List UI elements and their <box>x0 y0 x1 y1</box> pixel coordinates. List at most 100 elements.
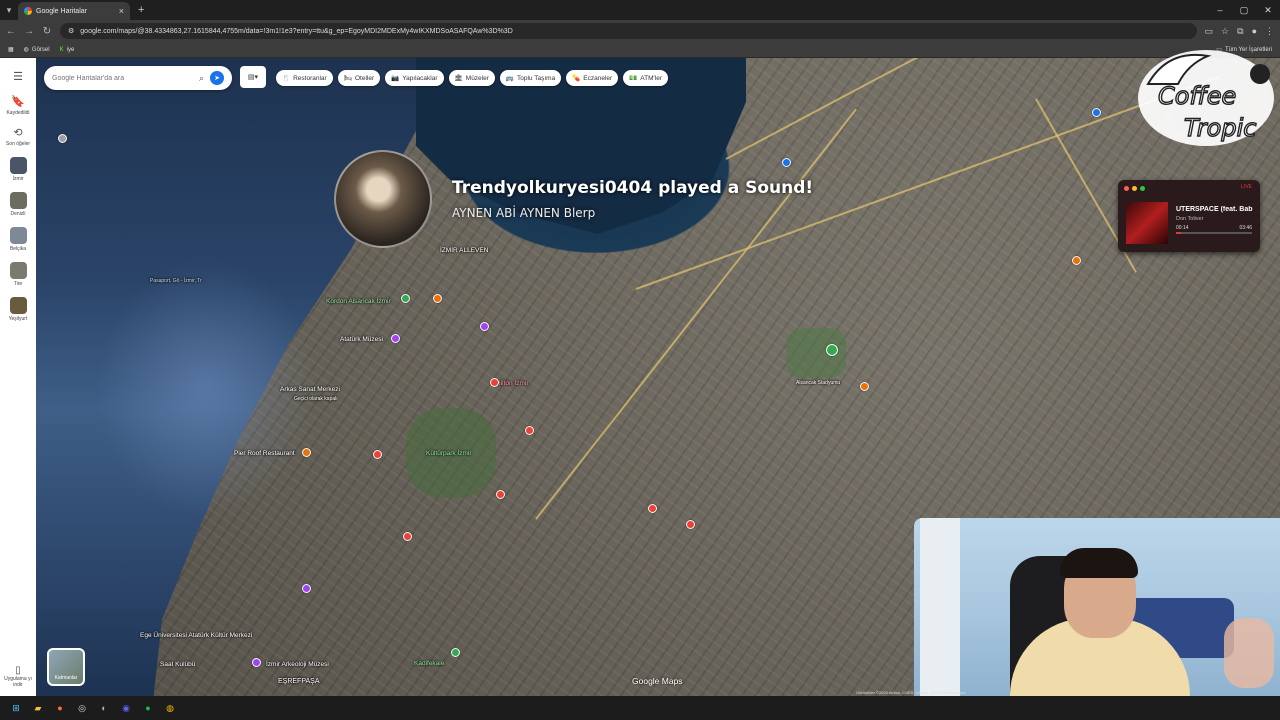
bookmark-item[interactable]: Kiye <box>60 47 75 53</box>
download-app-button[interactable]: ▯ Uygulama yı indir <box>3 665 33 688</box>
close-window-icon[interactable]: ✕ <box>1256 0 1280 20</box>
profile-icon[interactable]: ● <box>1252 26 1257 37</box>
directions-icon[interactable]: ➤ <box>210 71 224 85</box>
track-duration: 03:46 <box>1239 225 1252 231</box>
discord-icon[interactable]: ◉ <box>118 700 134 716</box>
bed-icon: 🛏 <box>343 75 352 82</box>
map-pin[interactable] <box>490 378 499 387</box>
rail-item-izmir[interactable]: İzmir <box>1 157 35 182</box>
close-dot-icon[interactable] <box>1124 186 1129 191</box>
place-thumbnail <box>9 262 27 279</box>
map-pin[interactable] <box>525 426 534 435</box>
map-pin[interactable] <box>451 648 460 657</box>
map-label[interactable]: Atatürk Müzesi <box>340 336 383 343</box>
map-pin[interactable] <box>302 448 311 457</box>
cast-icon[interactable]: ▭ <box>1205 26 1214 37</box>
search-icon[interactable]: ⌕ <box>199 73 204 84</box>
browser-tab[interactable]: Google Haritalar × <box>18 2 130 20</box>
rail-item-belcika[interactable]: Belçika <box>1 227 35 252</box>
chip-pharmacies[interactable]: 💊 Eczaneler <box>566 70 619 86</box>
search-input[interactable] <box>52 74 193 82</box>
map-pin[interactable] <box>686 520 695 529</box>
map-label[interactable]: Ege Üniversitesi Atatürk Kültür Merkezi <box>140 632 260 639</box>
tab-title: Google Haritalar <box>36 7 87 15</box>
rail-item-saved[interactable]: 🔖 Kaydedildi <box>1 95 35 116</box>
map-label[interactable]: Saat Kulübü <box>160 661 195 668</box>
obs-icon[interactable]: ◎ <box>74 700 90 716</box>
file-explorer-icon[interactable]: ▰ <box>30 700 46 716</box>
map-pin[interactable] <box>302 584 311 593</box>
map-pin[interactable] <box>403 532 412 541</box>
chrome-icon[interactable]: ◍ <box>162 700 178 716</box>
map-label[interactable]: Kordon Alsancak İzmir <box>326 298 391 305</box>
map-label[interactable]: İZMİR ALLEVEN <box>440 247 488 254</box>
windows-taskbar: ⊞ ▰ ● ◎ ◐ ◉ ● ◍ <box>0 696 1280 720</box>
new-tab-button[interactable]: + <box>138 4 144 16</box>
steam-icon[interactable]: ◐ <box>96 700 112 716</box>
url-text: google.com/maps/@38.4334863,27.1615844,4… <box>80 27 513 35</box>
avatar <box>334 150 432 248</box>
layers-button[interactable]: Katmanlar <box>47 648 85 686</box>
chip-transit[interactable]: 🚌 Toplu Taşıma <box>499 70 562 86</box>
map-pin[interactable] <box>496 490 505 499</box>
tab-search-icon[interactable]: ▾ <box>0 0 18 20</box>
url-field[interactable]: ⚙ google.com/maps/@38.4334863,27.1615844… <box>60 23 1197 39</box>
chip-hotels[interactable]: 🛏 Oteller <box>337 70 381 86</box>
map-pin[interactable] <box>480 322 489 331</box>
rail-item-denizli[interactable]: Denizli <box>1 192 35 217</box>
apps-grid-icon[interactable]: ▦ <box>8 46 14 53</box>
expand-dot-icon[interactable] <box>1140 186 1145 191</box>
map-type-toggle-icon[interactable]: ▤▾ <box>240 66 266 88</box>
extensions-icon[interactable]: ⧉ <box>1237 26 1243 37</box>
chip-restaurants[interactable]: 🍴 Restoranlar <box>276 70 333 86</box>
bookmark-item[interactable]: ◍ Görsel <box>23 46 50 54</box>
chip-atms[interactable]: 💵 ATM'ler <box>623 70 668 86</box>
site-info-icon[interactable]: ⚙ <box>68 27 74 35</box>
category-chips: 🍴 Restoranlar 🛏 Oteller 📷 Yapılacaklar 🏛 Müz… <box>276 70 668 86</box>
map-pin[interactable] <box>58 134 67 143</box>
map-label[interactable]: Pier Roof Restaurant <box>234 450 295 457</box>
phone-icon: ▯ <box>15 665 21 676</box>
chip-museums[interactable]: 🏛 Müzeler <box>448 70 495 86</box>
rail-item-tire[interactable]: Tire <box>1 262 35 287</box>
place-thumbnail <box>9 297 27 314</box>
map-label[interactable]: Kadifekale <box>414 660 444 667</box>
map-label[interactable]: Hilton İzmir <box>496 380 529 387</box>
map-pin[interactable] <box>401 294 410 303</box>
star-icon[interactable]: ☆ <box>1221 26 1229 37</box>
map-pin[interactable] <box>433 294 442 303</box>
map-pin[interactable] <box>1092 108 1101 117</box>
map-pin[interactable] <box>860 382 869 391</box>
spotify-icon[interactable]: ● <box>140 700 156 716</box>
minimize-dot-icon[interactable] <box>1132 186 1137 191</box>
search-box[interactable]: ⌕ ➤ <box>44 66 232 90</box>
back-icon[interactable]: ← <box>6 26 16 37</box>
rail-item-recent[interactable]: ⟲ Son öğeler <box>1 126 35 147</box>
map-pin[interactable] <box>252 658 261 667</box>
webcam-overlay <box>914 518 1280 696</box>
tab-close-icon[interactable]: × <box>119 6 124 16</box>
menu-button[interactable]: ☰ <box>1 70 35 85</box>
minimize-icon[interactable]: – <box>1208 0 1232 20</box>
maximize-icon[interactable]: ▢ <box>1232 0 1256 20</box>
firefox-icon[interactable]: ● <box>52 700 68 716</box>
progress-bar[interactable] <box>1176 232 1252 234</box>
globe-icon: ◍ <box>23 47 29 53</box>
chip-things-to-do[interactable]: 📷 Yapılacaklar <box>385 70 444 86</box>
map-pin[interactable] <box>826 344 838 356</box>
map-pin[interactable] <box>391 334 400 343</box>
reload-icon[interactable]: ↻ <box>42 26 52 37</box>
map-pin[interactable] <box>373 450 382 459</box>
map-pin[interactable] <box>648 504 657 513</box>
rail-item-yesilyurt[interactable]: Yeşilyurt <box>1 297 35 322</box>
map-label[interactable]: Kültürpark İzmir <box>426 450 472 457</box>
map-pin[interactable] <box>1072 256 1081 265</box>
map-label[interactable]: Arkas Sanat Merkezi <box>280 386 340 393</box>
map-label: EŞREFPAŞA <box>278 678 320 685</box>
cash-icon: 💵 <box>629 75 638 82</box>
windows-start-icon[interactable]: ⊞ <box>8 700 24 716</box>
map-label[interactable]: İzmir Arkeoloji Müzesi <box>266 661 329 668</box>
forward-icon[interactable]: → <box>24 26 34 37</box>
menu-dots-icon[interactable]: ⋮ <box>1265 26 1274 37</box>
map-label[interactable]: Alsancak Stadyumu <box>796 380 840 386</box>
